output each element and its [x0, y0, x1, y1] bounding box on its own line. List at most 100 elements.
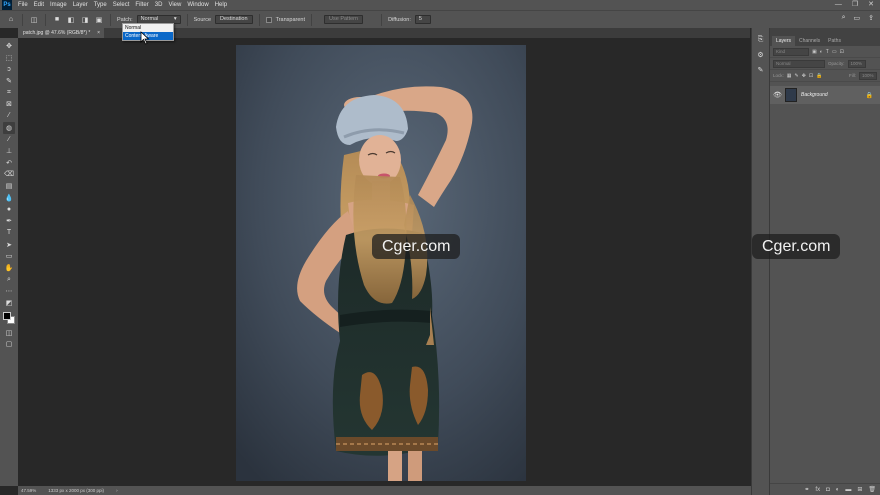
divider	[22, 13, 23, 26]
adjustment-layer-icon[interactable]: ◐	[836, 487, 840, 493]
restore-button[interactable]: ❐	[852, 0, 858, 10]
menu-edit[interactable]: Edit	[31, 0, 47, 10]
path-selection-tool-icon[interactable]: ➤	[3, 239, 15, 251]
properties-panel-icon[interactable]: ⚙	[757, 51, 763, 59]
close-window-button[interactable]: ✕	[868, 0, 874, 10]
pen-tool-icon[interactable]: ✒	[3, 215, 15, 227]
subtract-selection-icon[interactable]: ◨	[80, 15, 90, 25]
color-swatches[interactable]	[2, 311, 16, 325]
blur-tool-icon[interactable]: 💧	[3, 192, 15, 204]
marquee-tool-icon[interactable]: ⬚	[3, 52, 15, 64]
divider	[311, 13, 313, 26]
lock-transparent-icon[interactable]: ▦	[787, 73, 792, 79]
document-photo[interactable]	[236, 45, 526, 481]
type-tool-icon[interactable]: T	[3, 227, 15, 239]
filter-smart-object-icon[interactable]: ⊡	[840, 49, 844, 55]
filter-adjustment-icon[interactable]: ◐	[820, 49, 823, 55]
layer-name[interactable]: Background	[801, 92, 862, 98]
workspace-icon[interactable]: ▭	[854, 14, 861, 22]
screen-mode-icon[interactable]: ▢	[3, 339, 15, 351]
menu-window[interactable]: Window	[184, 0, 211, 10]
lock-all-icon[interactable]: 🔒	[816, 73, 822, 79]
document-tab[interactable]: patch.jpg @ 47.6% (RGB/8*) * ×	[18, 28, 104, 38]
quick-mask-icon[interactable]: ◫	[3, 327, 15, 339]
dodge-tool-icon[interactable]: ●	[3, 204, 15, 216]
zoom-level[interactable]: 47.59%	[21, 488, 36, 493]
link-layers-icon[interactable]: ⚭	[804, 486, 809, 493]
menu-view[interactable]: View	[165, 0, 184, 10]
filter-pixel-icon[interactable]: ▣	[812, 49, 817, 55]
tab-channels[interactable]: Channels	[795, 36, 824, 46]
visibility-eye-icon[interactable]: 👁	[773, 91, 782, 99]
menu-3d[interactable]: 3D	[152, 0, 166, 10]
hand-tool-icon[interactable]: ✋	[3, 262, 15, 274]
home-icon[interactable]: ⌂	[6, 15, 16, 25]
menu-image[interactable]: Image	[47, 0, 70, 10]
brush-tool-icon[interactable]: ∕	[3, 134, 15, 146]
more-tools-icon[interactable]: ⋯	[3, 285, 15, 297]
eraser-tool-icon[interactable]: ⌫	[3, 169, 15, 181]
gradient-tool-icon[interactable]: ▤	[3, 180, 15, 192]
transparent-checkbox[interactable]	[265, 16, 272, 23]
close-tab-icon[interactable]: ×	[97, 28, 100, 38]
blend-mode-select[interactable]: Normal	[773, 59, 825, 68]
layer-mask-icon[interactable]: ◘	[826, 487, 830, 493]
layer-style-icon[interactable]: fx	[815, 487, 820, 493]
rectangle-tool-icon[interactable]: ▭	[3, 250, 15, 262]
search-icon[interactable]: ⌕	[842, 14, 846, 22]
menu-layer[interactable]: Layer	[70, 0, 91, 10]
new-layer-icon[interactable]: ⊞	[857, 486, 862, 493]
use-pattern-button[interactable]: Use Pattern	[324, 15, 364, 24]
menu-filter[interactable]: Filter	[132, 0, 151, 10]
filter-type-icon[interactable]: T	[826, 49, 829, 55]
status-menu-arrow-icon[interactable]: ›	[116, 488, 118, 493]
clone-stamp-tool-icon[interactable]: ⊥	[3, 145, 15, 157]
history-panel-icon[interactable]: ⎘	[758, 36, 764, 44]
add-selection-icon[interactable]: ◧	[66, 15, 76, 25]
window-controls: — ❐ ✕	[835, 0, 878, 10]
tab-layers[interactable]: Layers	[772, 36, 796, 46]
lasso-tool-icon[interactable]: ↄ	[3, 63, 15, 75]
options-right-icons: ⌕ ▭ ⇪	[842, 14, 874, 22]
patch-tool-icon[interactable]: ◍	[3, 121, 15, 134]
diffusion-label: Diffusion:	[388, 16, 411, 23]
patch-tool-preset-icon[interactable]: ◫	[29, 15, 39, 25]
lock-image-icon[interactable]: ✎	[795, 73, 799, 79]
divider	[381, 13, 383, 26]
fill-input[interactable]: 100%	[859, 71, 877, 80]
menu-file[interactable]: File	[15, 0, 31, 10]
layer-lock-icon[interactable]: 🔒	[866, 92, 873, 99]
lock-artboard-icon[interactable]: ⊡	[809, 73, 813, 79]
quick-selection-tool-icon[interactable]: ✎	[3, 75, 15, 87]
default-colors-icon[interactable]: ◩	[3, 297, 15, 309]
delete-layer-icon[interactable]: 🗑	[868, 486, 876, 493]
intersect-selection-icon[interactable]: ▣	[94, 15, 104, 25]
tab-paths[interactable]: Paths	[824, 36, 845, 46]
status-bar: 47.59% 1333 px x 2000 px (300 ppi) ›	[18, 486, 751, 495]
menu-help[interactable]: Help	[212, 0, 230, 10]
lock-position-icon[interactable]: ✥	[802, 73, 806, 79]
menu-type[interactable]: Type	[91, 0, 110, 10]
move-tool-icon[interactable]: ✥	[3, 40, 15, 52]
source-option[interactable]: Source	[194, 17, 211, 23]
frame-tool-icon[interactable]: ⊠	[3, 98, 15, 110]
crop-tool-icon[interactable]: ⌗	[3, 87, 15, 99]
watermark-right: Cger.com	[752, 234, 841, 259]
zoom-tool-icon[interactable]: ⌕	[3, 274, 15, 286]
foreground-color-swatch[interactable]	[3, 311, 11, 320]
menu-select[interactable]: Select	[110, 0, 133, 10]
group-icon[interactable]: ▬	[845, 487, 851, 493]
eyedropper-tool-icon[interactable]: ⁄	[3, 110, 15, 122]
brush-settings-icon[interactable]: ✎	[758, 66, 764, 74]
history-brush-tool-icon[interactable]: ↶	[3, 157, 15, 169]
layer-kind-filter[interactable]: Kind	[773, 47, 809, 56]
share-icon[interactable]: ⇪	[868, 14, 874, 22]
destination-button[interactable]: Destination	[215, 15, 253, 24]
patch-label: Patch:	[117, 16, 133, 23]
opacity-input[interactable]: 100%	[847, 59, 866, 68]
filter-shape-icon[interactable]: ▭	[832, 49, 837, 55]
new-selection-icon[interactable]: ■	[52, 15, 62, 25]
diffusion-input[interactable]: 5	[414, 15, 431, 24]
minimize-button[interactable]: —	[835, 0, 842, 10]
layer-row-background[interactable]: 👁 Background 🔒	[770, 86, 880, 104]
